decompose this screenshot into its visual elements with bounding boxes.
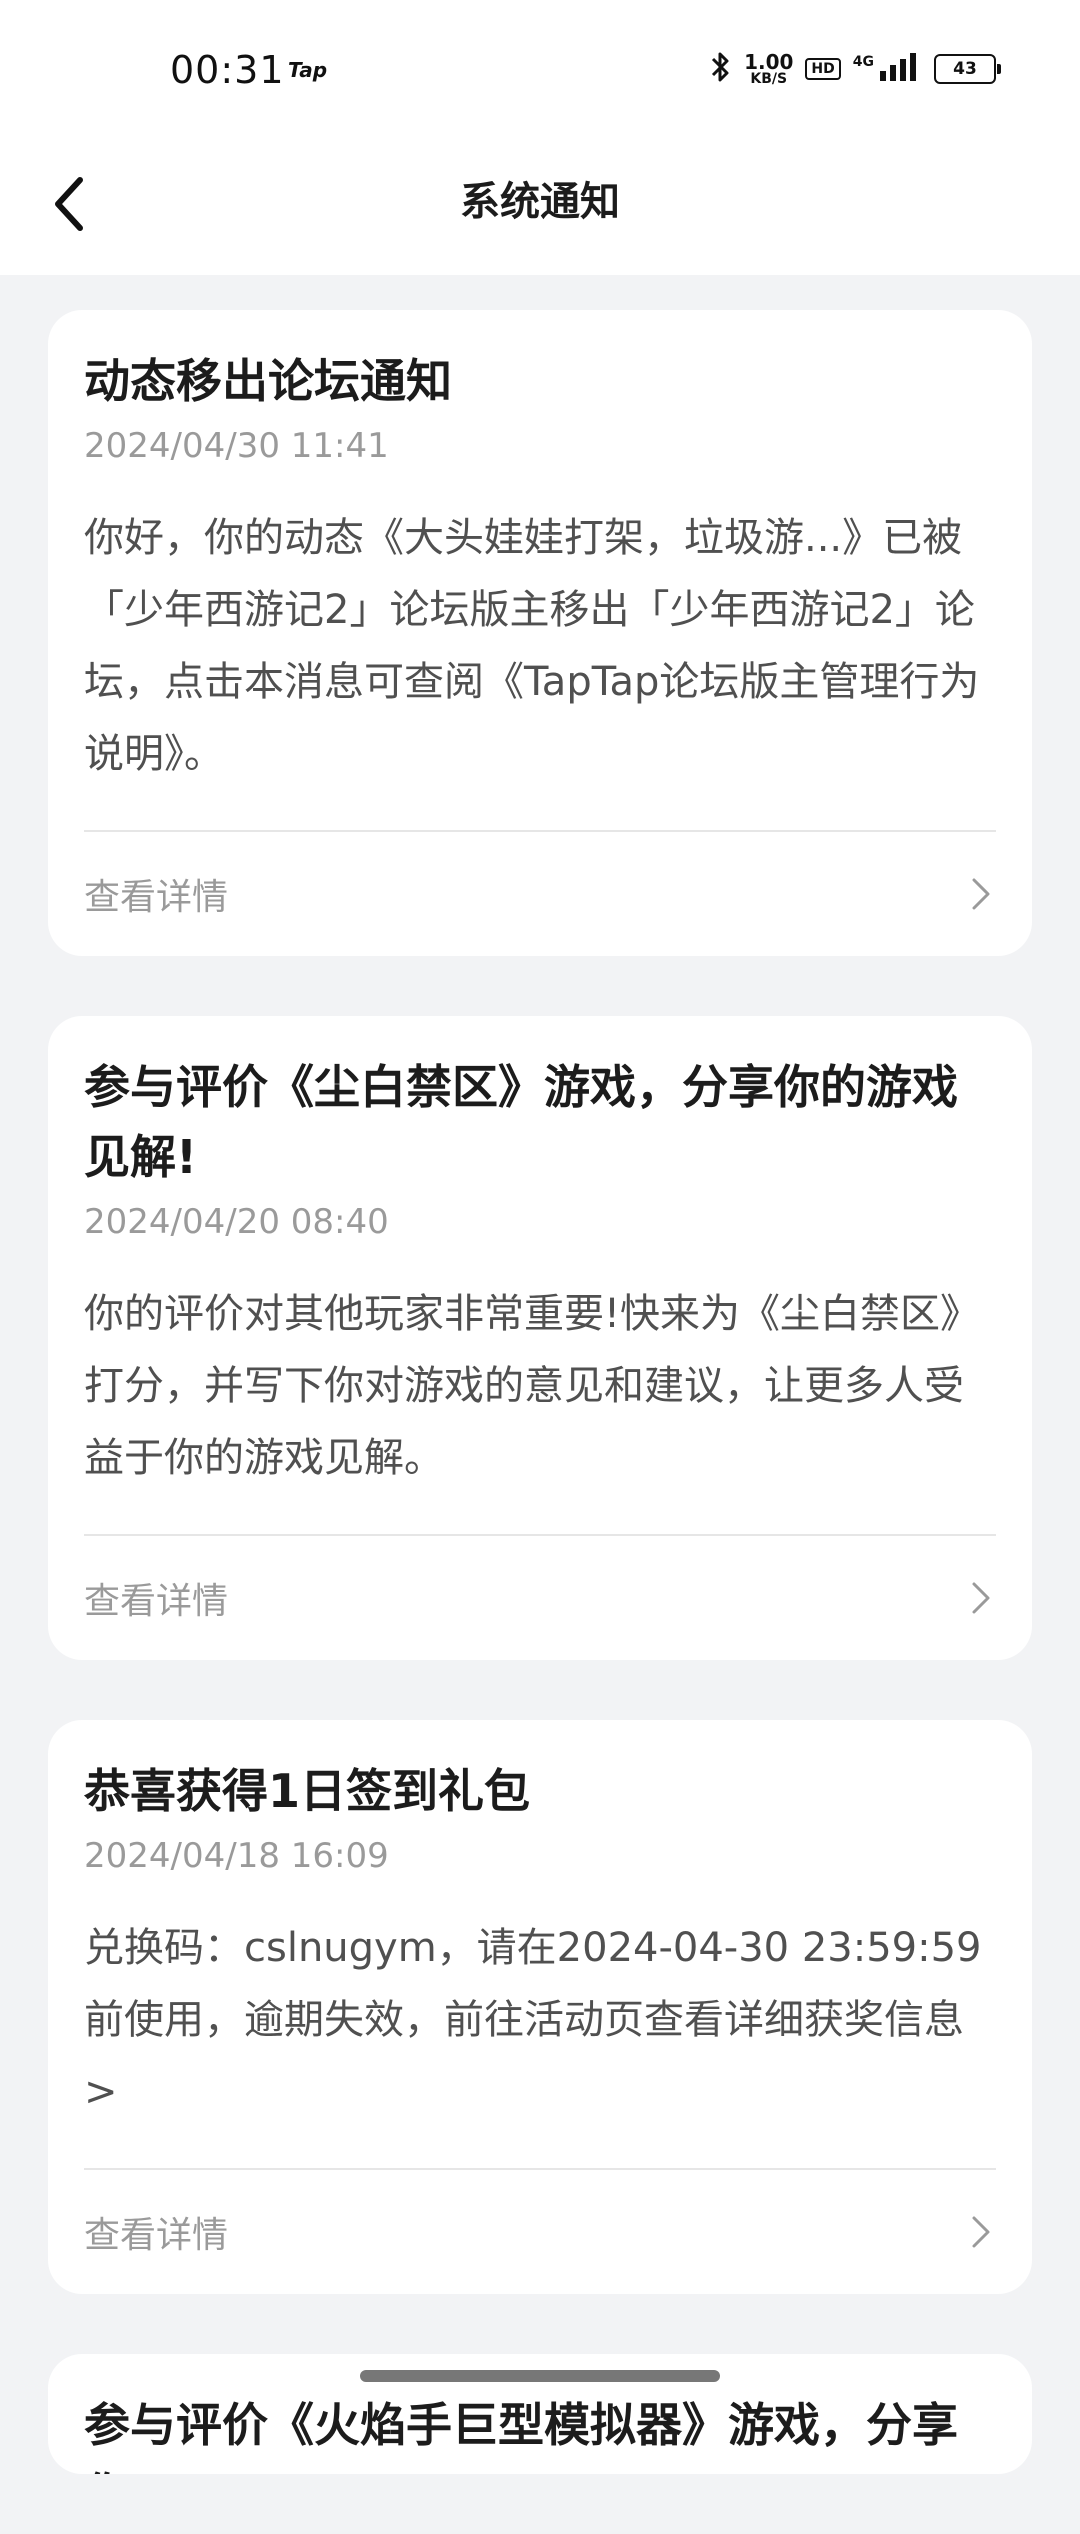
home-indicator[interactable] [360, 2370, 720, 2382]
notification-title: 动态移出论坛通知 [84, 354, 452, 408]
notification-title: 恭喜获得1日签到礼包 [84, 1764, 531, 1818]
view-details-row[interactable]: 查看详情 [84, 1536, 996, 1660]
network-speed-unit: KB/S [750, 71, 788, 87]
view-details-link[interactable]: 查看详情 [84, 868, 228, 920]
status-icons: 1.00 KB/S HD 4G 43 [708, 50, 1001, 88]
notification-time: 2024/04/18 16:09 [84, 1836, 389, 1876]
chevron-right-icon [966, 874, 996, 914]
notification-card[interactable]: 恭喜获得1日签到礼包 2024/04/18 16:09 兑换码：cslnugym… [48, 1720, 1032, 2294]
notification-card[interactable]: 动态移出论坛通知 2024/04/30 11:41 你好，你的动态《大头娃娃打架… [48, 310, 1032, 956]
view-details-link[interactable]: 查看详情 [84, 2206, 228, 2258]
notification-card[interactable]: 参与评价《尘白禁区》游戏，分享你的游戏见解! 2024/04/20 08:40 … [48, 1016, 1032, 1660]
view-details-row[interactable]: 查看详情 [84, 832, 996, 956]
chevron-right-icon [966, 2212, 996, 2252]
network-speed-value: 1.00 [744, 50, 794, 74]
notification-list: 动态移出论坛通知 2024/04/30 11:41 你好，你的动态《大头娃娃打架… [48, 310, 1032, 2534]
status-time: 00:31 [170, 48, 285, 92]
chevron-right-icon [966, 1578, 996, 1618]
notification-body: 你的评价对其他玩家非常重要!快来为《尘白禁区》打分，并写下你对游戏的意见和建议，… [84, 1291, 981, 1481]
notification-title: 参与评价《尘白禁区》游戏，分享你的游戏见解! [84, 1060, 958, 1184]
notification-title: 参与评价《火焰手巨型模拟器》游戏，分享你 [84, 2398, 958, 2474]
notification-time: 2024/04/30 11:41 [84, 426, 389, 466]
signal-icon [878, 51, 922, 87]
hd-badge: HD [805, 58, 841, 80]
battery-icon: 43 [934, 54, 1001, 84]
network-speed: 1.00 KB/S [744, 52, 793, 86]
view-details-row[interactable]: 查看详情 [84, 2170, 996, 2294]
notification-time: 2024/04/20 08:40 [84, 1202, 389, 1242]
status-bar: 00:31 Tap 1.00 KB/S HD 4G 43 [0, 0, 1080, 135]
bluetooth-icon [708, 50, 732, 88]
notification-body: 兑换码：cslnugym，请在2024-04-30 23:59:59前使用，逾期… [84, 1925, 982, 2115]
navigation-bar: 系统通知 [0, 135, 1080, 275]
view-details-link[interactable]: 查看详情 [84, 1572, 228, 1624]
page-title: 系统通知 [460, 179, 620, 225]
notification-body: 你好，你的动态《大头娃娃打架，垃圾游...》已被「少年西游记2」论坛版主移出「少… [84, 515, 980, 777]
network-type-label: 4G [852, 54, 874, 70]
status-app-label: Tap [288, 58, 328, 82]
